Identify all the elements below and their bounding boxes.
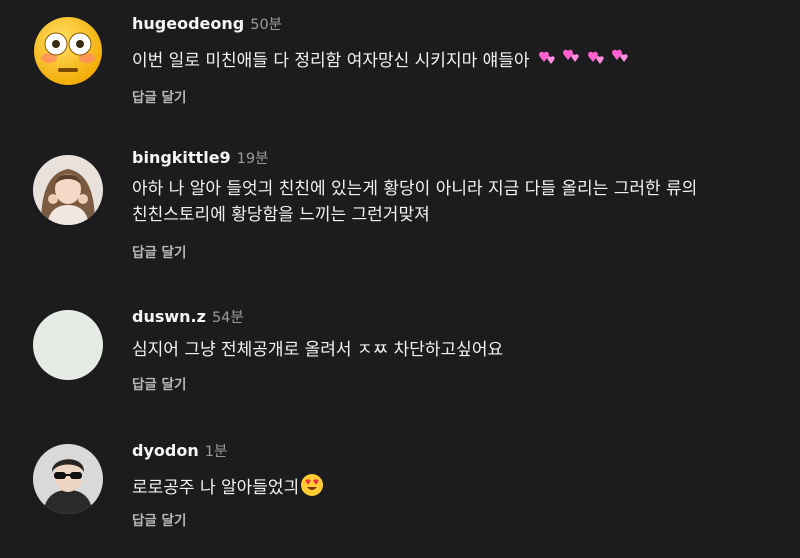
username[interactable]: dyodon (132, 441, 199, 460)
flushed-face-emoji-icon (34, 17, 102, 85)
reply-button[interactable]: 답글 달기 (132, 373, 186, 393)
timestamp: 19분 (236, 151, 269, 167)
comment-text: 이번 일로 미친애들 다 정리함 여자망신 시키지마 얘들아 (132, 47, 772, 77)
timestamp: 54분 (211, 310, 244, 326)
avatar[interactable] (33, 16, 103, 86)
avatar[interactable] (33, 155, 103, 225)
timestamp: 50분 (250, 17, 283, 33)
profile-photo-icon (33, 155, 103, 225)
reply-button[interactable]: 답글 달기 (132, 86, 186, 106)
username[interactable]: bingkittle9 (132, 148, 231, 167)
avatar[interactable] (33, 310, 103, 380)
timestamp: 1분 (204, 444, 228, 460)
heart-eyes-emoji-icon (299, 473, 325, 505)
reply-button[interactable]: 답글 달기 (132, 509, 186, 529)
profile-photo-icon (33, 444, 103, 514)
comment-text: 심지어 그냥 전체공개로 올려서 ㅈㅉ 차단하고싶어요 (132, 340, 504, 360)
reply-button[interactable]: 답글 달기 (132, 241, 186, 261)
username[interactable]: duswn.z (132, 307, 206, 326)
comment-text: 로로공주 나 알아들었긔 (132, 473, 772, 505)
two-hearts-emoji-icon (534, 47, 634, 77)
avatar[interactable] (33, 444, 103, 514)
comment-text: 아하 나 알아 들엇긔 친친에 있는게 황당이 아니라 지금 다들 올리는 그러… (132, 179, 698, 225)
username[interactable]: hugeodeong (132, 14, 244, 33)
